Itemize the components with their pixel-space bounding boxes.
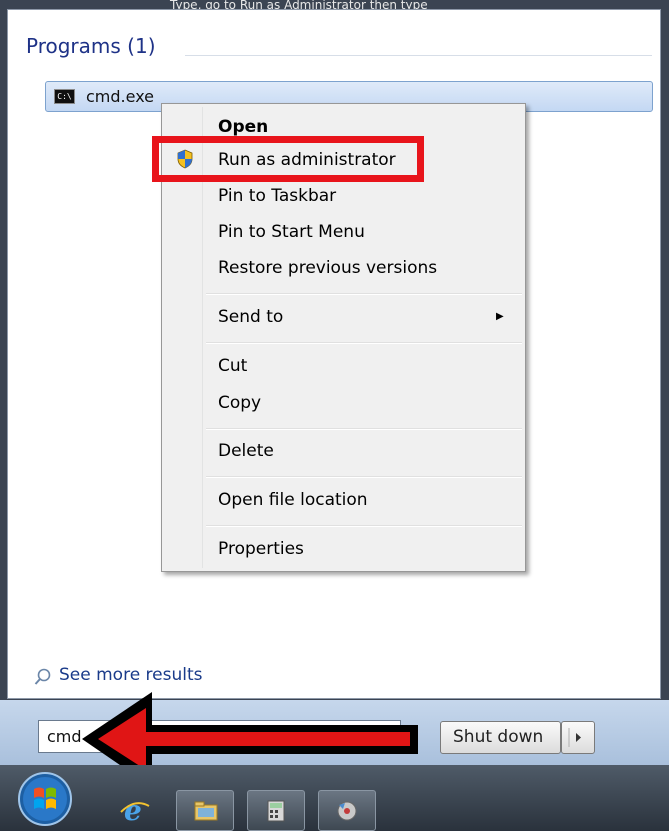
taskbar-button-calculator[interactable] xyxy=(247,790,305,831)
taskbar-button-explorer[interactable] xyxy=(176,790,234,831)
menu-item-send-to[interactable]: Send to xyxy=(218,304,283,330)
menu-item-copy[interactable]: Copy xyxy=(218,390,261,416)
menu-item-restore-previous-versions[interactable]: Restore previous versions xyxy=(218,255,437,281)
folder-icon xyxy=(194,801,218,821)
cmd-icon: C:\ xyxy=(54,89,75,104)
menu-item-delete[interactable]: Delete xyxy=(218,438,274,464)
menu-separator xyxy=(206,293,522,295)
menu-item-cut[interactable]: Cut xyxy=(218,353,247,379)
programs-header: Programs (1) xyxy=(26,34,156,58)
search-icon xyxy=(34,668,51,685)
menu-item-pin-to-taskbar[interactable]: Pin to Taskbar xyxy=(218,183,336,209)
shutdown-options-button[interactable] xyxy=(561,721,595,754)
shutdown-button[interactable]: Shut down xyxy=(440,721,561,754)
menu-separator xyxy=(206,525,522,527)
chevron-right-icon xyxy=(568,728,581,747)
start-orb-icon[interactable] xyxy=(12,767,78,827)
media-player-icon xyxy=(337,801,357,821)
program-item-label: cmd.exe xyxy=(86,87,155,106)
svg-text:e: e xyxy=(124,794,142,826)
highlight-annotation-box xyxy=(152,136,424,182)
internet-explorer-icon[interactable]: e xyxy=(118,792,152,826)
submenu-arrow-icon: ▶ xyxy=(496,311,504,322)
see-more-results-link[interactable]: See more results xyxy=(59,665,203,685)
menu-item-properties[interactable]: Properties xyxy=(218,536,304,562)
menu-item-open-file-location[interactable]: Open file location xyxy=(218,487,368,513)
calculator-icon xyxy=(267,800,285,822)
programs-divider xyxy=(185,55,652,56)
taskbar-button-media[interactable] xyxy=(318,790,376,831)
menu-separator xyxy=(206,476,522,478)
menu-separator xyxy=(206,342,522,344)
menu-separator xyxy=(206,428,522,430)
menu-item-pin-to-start-menu[interactable]: Pin to Start Menu xyxy=(218,219,365,245)
